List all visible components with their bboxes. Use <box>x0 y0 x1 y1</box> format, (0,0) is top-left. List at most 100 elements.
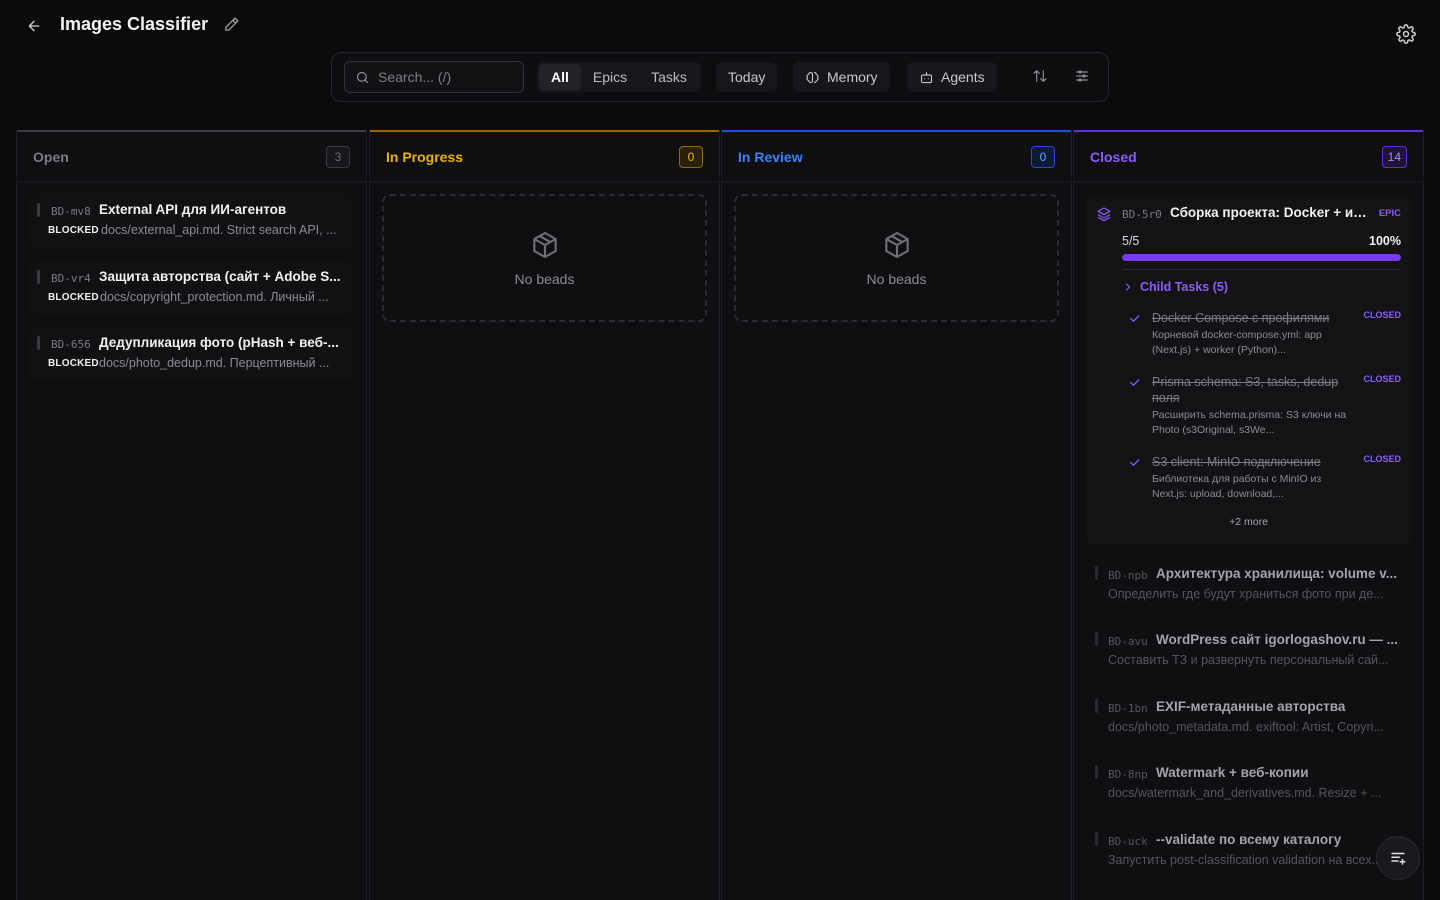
task-id: BD-mv8 <box>51 205 91 218</box>
task-title: Защита авторства (сайт + Adobe S... <box>99 269 341 284</box>
task-id: BD-1bn <box>1108 702 1148 715</box>
column-title: In Review <box>738 148 803 165</box>
priority-bar <box>1095 699 1098 713</box>
column-title: Open <box>33 148 69 165</box>
task-title: WordPress сайт igorlogashov.ru — ... <box>1156 632 1398 647</box>
bot-icon <box>920 71 933 83</box>
priority-bar <box>1095 832 1098 846</box>
memory-label: Memory <box>827 69 878 85</box>
child-task[interactable]: S3 client: MinIO подключение Библиотека … <box>1128 454 1401 504</box>
column-count-badge: 0 <box>1031 145 1055 168</box>
task-title: --validate по всему каталогу <box>1156 832 1342 847</box>
closed-task-card[interactable]: BD-avu WordPress сайт igorlogashov.ru — … <box>1086 624 1411 678</box>
task-description: docs/external_api.md. Strict search API,… <box>101 223 337 237</box>
column-open: Open 3 BD-mv8 External API для ИИ-агенто… <box>16 130 367 900</box>
task-title: External API для ИИ-агентов <box>99 202 287 217</box>
child-task[interactable]: Prisma schema: S3, tasks, dedup поля Рас… <box>1128 374 1401 440</box>
task-card[interactable]: BD-mv8 External API для ИИ-агентов BLOCK… <box>29 194 354 248</box>
child-task-status: CLOSED <box>1363 374 1401 384</box>
blocked-badge: BLOCKED <box>48 358 99 369</box>
column-count-badge: 0 <box>679 145 703 168</box>
child-task-description: Расширить schema.prisma: S3 ключи на Pho… <box>1152 409 1347 436</box>
task-description: docs/photo_dedup.md. Перцептивный ... <box>99 356 330 370</box>
pencil-icon[interactable] <box>223 16 241 34</box>
column-closed: Closed 14 BD-5r0 Сборка проекта: Docker … <box>1073 130 1424 900</box>
closed-task-card[interactable]: BD-8np Watermark + веб-копии docs/waterm… <box>1086 757 1411 811</box>
task-description: docs/copyright_protection.md. Личный ... <box>100 290 329 304</box>
task-description: Определить где будут храниться фото при … <box>1108 587 1384 601</box>
package-icon <box>532 231 557 259</box>
gear-icon[interactable] <box>1396 24 1416 44</box>
priority-bar <box>1095 632 1098 646</box>
today-label: Today <box>728 69 766 85</box>
task-id: BD-8np <box>1108 768 1148 781</box>
epic-id: BD-5r0 <box>1122 208 1162 221</box>
column-in-progress-header: In Progress 0 <box>370 130 719 182</box>
child-tasks-label: Child Tasks (5) <box>1140 280 1228 294</box>
task-id: BD-656 <box>51 338 91 351</box>
memory-button[interactable]: Memory <box>793 62 890 92</box>
sort-icon[interactable] <box>1032 68 1048 84</box>
search-box <box>344 61 524 93</box>
task-title: EXIF-метаданные авторства <box>1156 699 1346 714</box>
check-icon <box>1130 459 1140 466</box>
child-task[interactable]: Docker Compose с профилями Корневой dock… <box>1128 310 1401 360</box>
priority-bar <box>37 336 40 350</box>
empty-text: No beads <box>866 271 927 287</box>
column-count-badge: 14 <box>1381 145 1407 168</box>
epic-progress-fill <box>1122 254 1401 261</box>
child-task-status: CLOSED <box>1363 310 1401 320</box>
column-in-review-header: In Review 0 <box>722 130 1071 182</box>
priority-bar <box>1095 566 1098 580</box>
child-tasks-toggle[interactable]: Child Tasks (5) <box>1122 280 1228 294</box>
search-input[interactable] <box>378 69 518 85</box>
child-task-status: CLOSED <box>1363 454 1401 464</box>
task-title: Дедупликация фото (pHash + веб-... <box>99 335 339 350</box>
epic-card[interactable]: BD-5r0 Сборка проекта: Docker + ин... EP… <box>1086 194 1411 544</box>
child-task-title: S3 client: MinIO подключение <box>1152 455 1321 469</box>
column-in-progress: In Progress 0 No beads <box>369 130 720 900</box>
project-title: Images Classifier <box>60 14 209 34</box>
priority-bar <box>37 203 40 217</box>
task-card[interactable]: BD-656 Дедупликация фото (pHash + веб-..… <box>29 327 354 381</box>
task-id: BD-vr4 <box>51 272 91 285</box>
check-icon <box>1130 379 1140 386</box>
closed-task-card[interactable]: BD-1bn EXIF-метаданные авторства docs/ph… <box>1086 691 1411 745</box>
top-bar: Images Classifier <box>0 0 1440 52</box>
empty-state: No beads <box>382 194 707 322</box>
chevron-right-icon <box>1125 283 1131 291</box>
more-children-link[interactable]: +2 more <box>1086 516 1411 528</box>
task-title: Архитектура хранилища: volume v... <box>1156 566 1397 581</box>
child-task-description: Библиотека для работы с MinIO из Next.js… <box>1152 473 1322 500</box>
empty-state: No beads <box>734 194 1059 322</box>
column-closed-header: Closed 14 <box>1074 130 1423 182</box>
today-button[interactable]: Today <box>716 62 778 92</box>
agents-button[interactable]: Agents <box>907 62 997 92</box>
empty-text: No beads <box>514 271 575 287</box>
closed-task-card[interactable]: BD-uck --validate по всему каталогу Запу… <box>1086 824 1411 878</box>
epic-progress-bar <box>1122 254 1401 261</box>
brain-icon <box>806 71 819 83</box>
child-task-description: Корневой docker-compose.yml: app (Next.j… <box>1152 329 1322 356</box>
task-description: Запустить post-classification validation… <box>1108 853 1382 867</box>
back-arrow-icon[interactable] <box>24 16 44 36</box>
task-title: Watermark + веб-копии <box>1156 765 1309 780</box>
filter-epics[interactable]: Epics <box>581 64 639 90</box>
list-plus-icon <box>1391 852 1406 865</box>
epic-title: Сборка проекта: Docker + ин... <box>1170 205 1370 220</box>
task-card[interactable]: BD-vr4 Защита авторства (сайт + Adobe S.… <box>29 261 354 315</box>
child-task-title: Prisma schema: S3, tasks, dedup поля <box>1152 375 1339 405</box>
search-icon <box>356 71 369 83</box>
blocked-badge: BLOCKED <box>48 292 99 303</box>
filter-toolbar: All Epics Tasks Today Memory Agents <box>331 52 1109 102</box>
closed-task-card[interactable]: BD-npb Архитектура хранилища: volume v..… <box>1086 558 1411 612</box>
child-task-title: Docker Compose с профилями <box>1152 311 1330 325</box>
blocked-badge: BLOCKED <box>48 225 99 236</box>
filter-all[interactable]: All <box>539 64 581 90</box>
column-title: In Progress <box>386 148 464 165</box>
filter-tasks[interactable]: Tasks <box>639 64 699 90</box>
epic-progress-percent: 100% <box>1369 234 1401 248</box>
add-list-fab[interactable] <box>1376 836 1420 880</box>
filter-sliders-icon[interactable] <box>1074 68 1090 84</box>
check-icon <box>1130 315 1140 322</box>
